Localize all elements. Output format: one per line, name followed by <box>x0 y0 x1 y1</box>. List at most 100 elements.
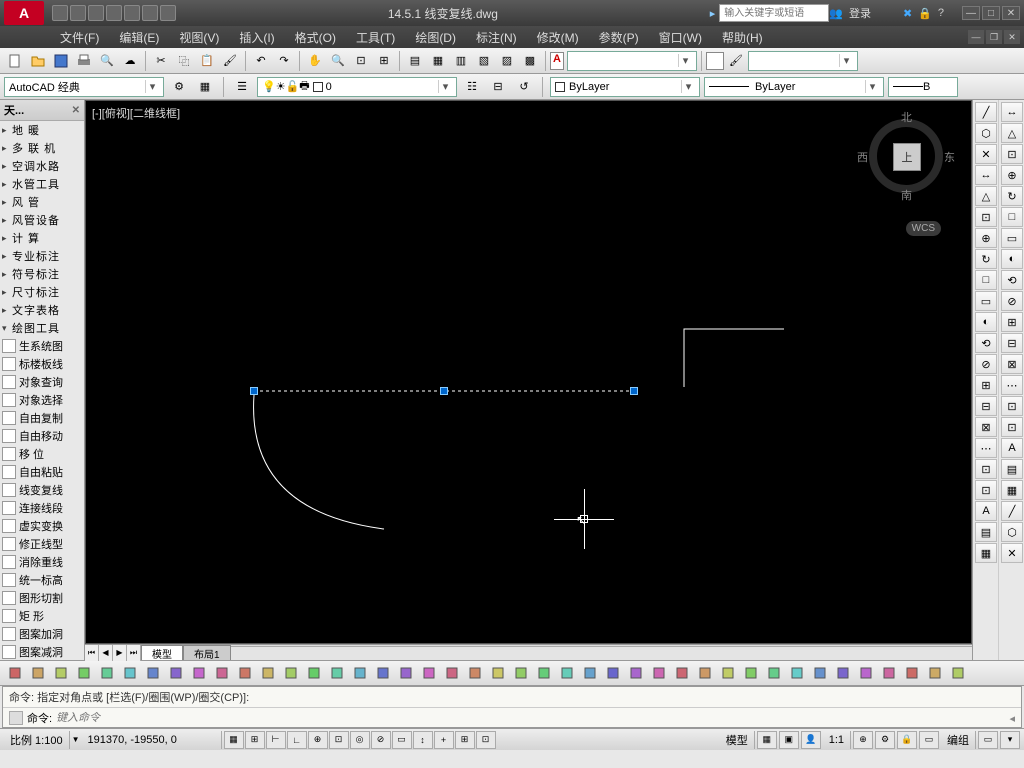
new-icon[interactable] <box>52 5 68 21</box>
tree-item[interactable]: ▸计 算 <box>0 229 84 247</box>
grip[interactable] <box>630 387 638 395</box>
layer-iso-button[interactable]: ⊟ <box>487 76 509 98</box>
status-ws-icon[interactable]: ⚙ <box>875 731 895 749</box>
tab-last-button[interactable]: ⏭ <box>127 645 141 661</box>
right-tool-button[interactable]: ◐ <box>1001 249 1023 269</box>
right-tool-button[interactable]: ⊞ <box>1001 312 1023 332</box>
undo-icon[interactable] <box>142 5 158 21</box>
paste-button[interactable]: 📋 <box>196 50 218 72</box>
open-button[interactable] <box>27 50 49 72</box>
close-button[interactable]: ✕ <box>1002 6 1020 20</box>
menu-tools[interactable]: 工具(T) <box>348 27 403 48</box>
tree-item[interactable]: ▸水管工具 <box>0 175 84 193</box>
tab-next-button[interactable]: ▶ <box>113 645 127 661</box>
lineweight-combo[interactable]: B <box>888 77 958 97</box>
panel-title[interactable]: 天...✕ <box>0 100 84 121</box>
tree-item[interactable]: ▸文字表格 <box>0 301 84 319</box>
right-tool-button[interactable]: □ <box>1001 207 1023 227</box>
new-button[interactable] <box>4 50 26 72</box>
bottom-tool-button[interactable] <box>326 662 348 684</box>
right-tool-button[interactable]: ⊞ <box>975 375 997 395</box>
bottom-tool-button[interactable] <box>579 662 601 684</box>
redo-button[interactable]: ↷ <box>273 50 295 72</box>
status-toggle-button[interactable]: ◎ <box>350 731 370 749</box>
bottom-tool-button[interactable] <box>786 662 808 684</box>
bottom-tool-button[interactable] <box>142 662 164 684</box>
bottom-tool-button[interactable] <box>280 662 302 684</box>
right-tool-button[interactable]: ✕ <box>1001 543 1023 563</box>
command-input[interactable] <box>56 712 1005 724</box>
expand-icon[interactable]: ▸ <box>2 161 10 172</box>
bottom-tool-button[interactable] <box>809 662 831 684</box>
right-tool-button[interactable]: ▦ <box>1001 480 1023 500</box>
minimize-button[interactable]: — <box>962 6 980 20</box>
print-icon[interactable] <box>124 5 140 21</box>
status-toggle-button[interactable]: ▭ <box>392 731 412 749</box>
bottom-tool-button[interactable] <box>4 662 26 684</box>
tool-item[interactable]: 矩 形 <box>0 607 84 625</box>
right-tool-button[interactable]: ⊡ <box>975 459 997 479</box>
bottom-tool-button[interactable] <box>740 662 762 684</box>
tool-item[interactable]: 自由粘贴 <box>0 463 84 481</box>
bottom-tool-button[interactable] <box>234 662 256 684</box>
status-snap-icon[interactable]: ▣ <box>779 731 799 749</box>
status-toggle-button[interactable]: ⊡ <box>329 731 349 749</box>
bottom-tool-button[interactable] <box>855 662 877 684</box>
status-toggle-button[interactable]: ⊘ <box>371 731 391 749</box>
status-toggle-button[interactable]: + <box>434 731 454 749</box>
linetype-combo[interactable]: ByLayer▾ <box>704 77 884 97</box>
tool-item[interactable]: 图案减洞 <box>0 643 84 660</box>
exchange-icon[interactable]: ✖ <box>903 7 912 20</box>
tree-item[interactable]: ▾绘图工具 <box>0 319 84 337</box>
right-tool-button[interactable]: ⊠ <box>975 417 997 437</box>
layer-combo[interactable]: 💡 ☀ 🔓 🖶 0 ▾ <box>257 77 457 97</box>
tool-item[interactable]: 虚实变换 <box>0 517 84 535</box>
match-button[interactable]: 🖌 <box>219 50 241 72</box>
menu-draw[interactable]: 绘图(D) <box>407 27 464 48</box>
menu-help[interactable]: 帮助(H) <box>714 27 771 48</box>
right-tool-button[interactable]: ✕ <box>975 144 997 164</box>
plot-style-combo[interactable]: ▾ <box>748 51 858 71</box>
status-lock-icon[interactable]: 🔒 <box>897 731 917 749</box>
bottom-tool-button[interactable] <box>96 662 118 684</box>
calc-button[interactable]: ▩ <box>519 50 541 72</box>
menu-dim[interactable]: 标注(N) <box>468 27 525 48</box>
right-tool-button[interactable]: ↔ <box>975 165 997 185</box>
right-tool-button[interactable]: ⊡ <box>1001 144 1023 164</box>
bottom-tool-button[interactable] <box>211 662 233 684</box>
tree-item[interactable]: ▸风 管 <box>0 193 84 211</box>
tool-item[interactable]: 生系统图 <box>0 337 84 355</box>
bottom-tool-button[interactable] <box>27 662 49 684</box>
cut-button[interactable]: ✂ <box>150 50 172 72</box>
tab-prev-button[interactable]: ◀ <box>99 645 113 661</box>
right-tool-button[interactable]: ⊘ <box>1001 291 1023 311</box>
tree-item[interactable]: ▸地 暖 <box>0 121 84 139</box>
status-hw-icon[interactable]: ▭ <box>919 731 939 749</box>
right-tool-button[interactable]: ╱ <box>975 102 997 122</box>
tool-item[interactable]: 线变复线 <box>0 481 84 499</box>
right-tool-button[interactable]: ⋯ <box>1001 375 1023 395</box>
props-button[interactable]: ▤ <box>404 50 426 72</box>
preview-button[interactable]: 🔍 <box>96 50 118 72</box>
expand-icon[interactable]: ▸ <box>2 125 10 136</box>
tab-first-button[interactable]: ⏮ <box>85 645 99 661</box>
tool-item[interactable]: 自由复制 <box>0 409 84 427</box>
bottom-tool-button[interactable] <box>165 662 187 684</box>
expand-icon[interactable]: ▸ <box>2 179 10 190</box>
right-tool-button[interactable]: A <box>1001 438 1023 458</box>
textstyle-combo[interactable]: ▾ <box>567 51 697 71</box>
status-annoscale[interactable]: 1:1 <box>823 731 851 749</box>
right-tool-button[interactable]: ⊕ <box>1001 165 1023 185</box>
tree-item[interactable]: ▸符号标注 <box>0 265 84 283</box>
bottom-tool-button[interactable] <box>648 662 670 684</box>
menu-file[interactable]: 文件(F) <box>52 27 107 48</box>
bottom-tool-button[interactable] <box>671 662 693 684</box>
right-tool-button[interactable]: ⊟ <box>1001 333 1023 353</box>
tree-item[interactable]: ▸尺寸标注 <box>0 283 84 301</box>
tree-item[interactable]: ▸专业标注 <box>0 247 84 265</box>
expand-icon[interactable]: ▸ <box>2 215 10 226</box>
expand-icon[interactable]: ▸ <box>2 251 10 262</box>
zoom-win-button[interactable]: ⊡ <box>350 50 372 72</box>
right-tool-button[interactable]: △ <box>1001 123 1023 143</box>
status-toggle-button[interactable]: ∟ <box>287 731 307 749</box>
